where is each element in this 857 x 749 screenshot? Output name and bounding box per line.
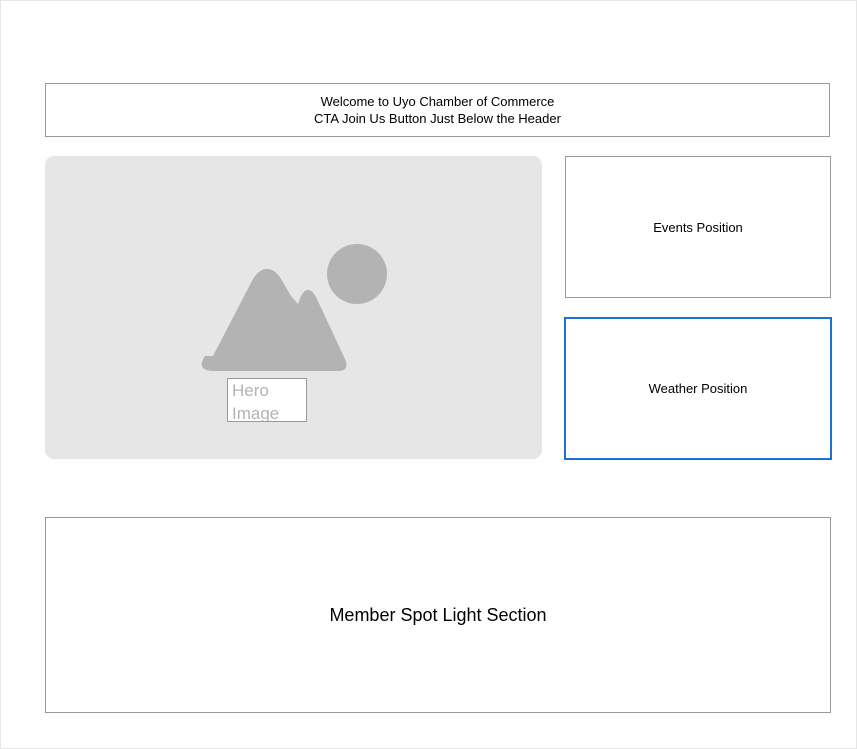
weather-position-box[interactable]: Weather Position	[564, 317, 832, 460]
hero-image-placeholder[interactable]: Hero Image	[45, 156, 542, 459]
events-position-box[interactable]: Events Position	[565, 156, 831, 298]
header-cta-note: CTA Join Us Button Just Below the Header	[314, 111, 561, 126]
member-spotlight-section[interactable]: Member Spot Light Section	[45, 517, 831, 713]
wireframe-canvas: Welcome to Uyo Chamber of Commerce CTA J…	[0, 0, 857, 749]
header-title: Welcome to Uyo Chamber of Commerce	[320, 94, 555, 109]
hero-image-label[interactable]: Hero Image	[227, 378, 307, 422]
member-spotlight-label: Member Spot Light Section	[329, 604, 547, 625]
events-position-label: Events Position	[653, 219, 743, 235]
header-section[interactable]: Welcome to Uyo Chamber of Commerce CTA J…	[45, 83, 830, 137]
weather-position-label: Weather Position	[648, 381, 748, 396]
